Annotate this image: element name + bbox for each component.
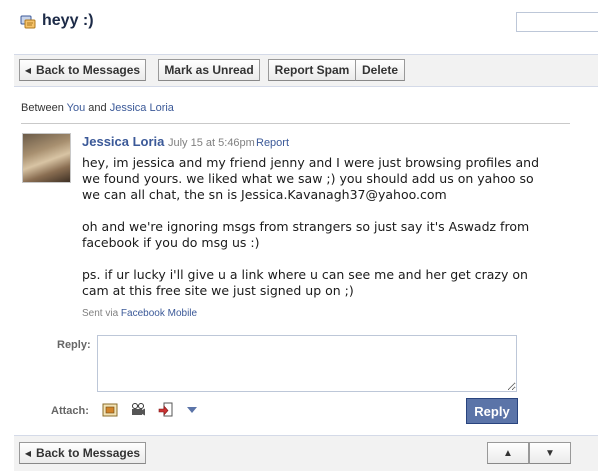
delete-button[interactable]: Delete xyxy=(355,59,405,81)
message-paragraph: oh and we're ignoring msgs from stranger… xyxy=(82,219,530,250)
page-title: heyy :) xyxy=(42,12,94,29)
avatar[interactable] xyxy=(22,133,71,183)
message-timestamp: July 15 at 5:46pm xyxy=(168,137,255,149)
reply-textarea[interactable] xyxy=(97,335,517,392)
mark-as-unread-button[interactable]: Mark as Unread xyxy=(158,59,260,81)
top-toolbar: ◀ Back to Messages Mark as Unread Report… xyxy=(14,54,598,87)
chevron-down-icon[interactable] xyxy=(185,404,199,416)
previous-message-button[interactable]: ▲ xyxy=(487,442,529,464)
next-message-button[interactable]: ▼ xyxy=(529,442,571,464)
back-arrow-icon: ◀ xyxy=(24,448,32,458)
sender-name[interactable]: Jessica Loria xyxy=(82,134,164,149)
bottom-toolbar: ◀ Back to Messages ▲ ▼ xyxy=(14,435,598,471)
divider xyxy=(21,123,570,124)
message-icon xyxy=(20,15,36,29)
reply-button[interactable]: Reply xyxy=(466,398,518,424)
sent-via: Sent via Facebook Mobile xyxy=(82,308,198,319)
photo-icon[interactable] xyxy=(102,402,118,418)
search-input[interactable] xyxy=(516,12,598,32)
report-link[interactable]: Report xyxy=(256,137,289,149)
up-arrow-icon: ▲ xyxy=(503,447,513,459)
video-icon[interactable] xyxy=(130,402,146,418)
attach-label: Attach: xyxy=(51,405,89,417)
reply-label: Reply: xyxy=(57,339,91,351)
share-link-icon[interactable] xyxy=(158,402,174,418)
message-paragraph: ps. if ur lucky i'll give u a link where… xyxy=(82,267,528,298)
participants-line: Between You and Jessica Loria xyxy=(21,102,174,114)
participant-you-link[interactable]: You xyxy=(67,102,86,114)
down-arrow-icon: ▼ xyxy=(545,447,555,459)
back-arrow-icon: ◀ xyxy=(24,65,32,75)
report-spam-button[interactable]: Report Spam xyxy=(268,59,356,81)
participant-other-link[interactable]: Jessica Loria xyxy=(110,102,174,114)
facebook-mobile-link[interactable]: Facebook Mobile xyxy=(121,308,197,319)
message-paragraph: hey, im jessica and my friend jenny and … xyxy=(82,155,540,202)
back-to-messages-button-bottom[interactable]: ◀ Back to Messages xyxy=(19,442,146,464)
back-to-messages-button[interactable]: ◀ Back to Messages xyxy=(19,59,146,81)
